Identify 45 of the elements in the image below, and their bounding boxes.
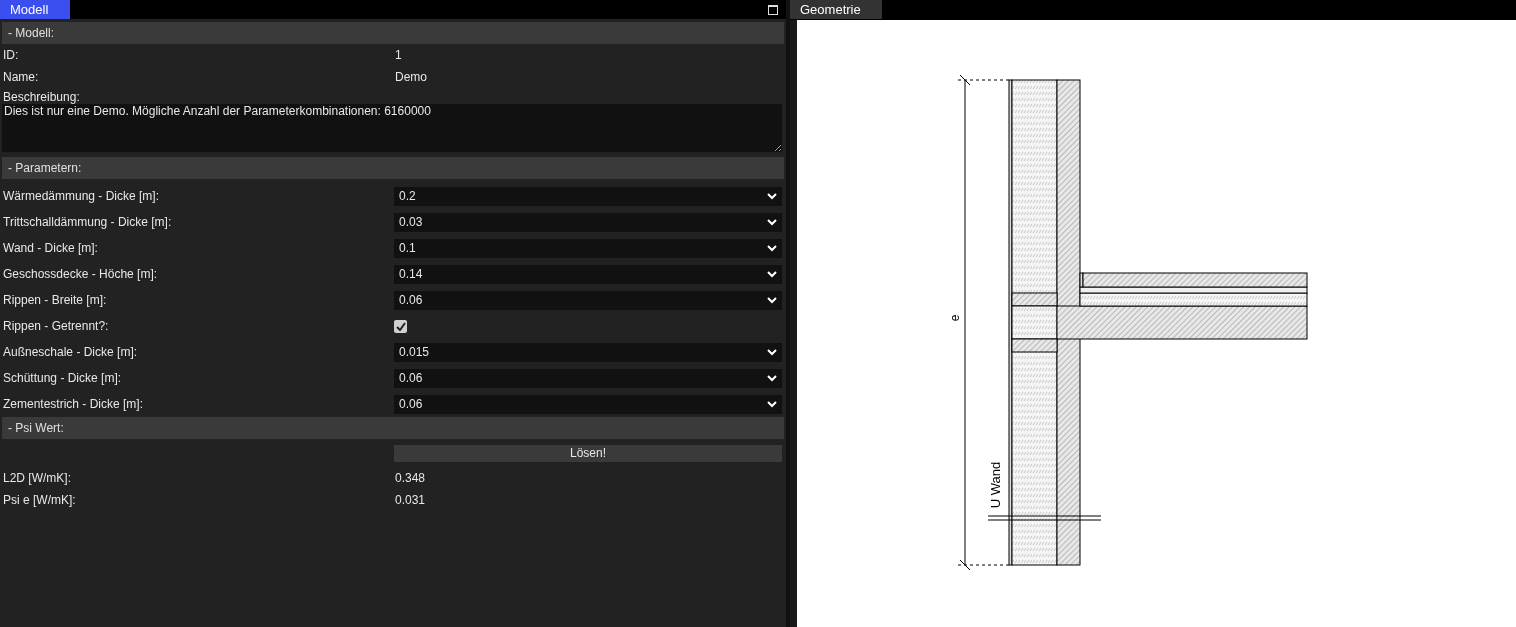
chevron-down-icon <box>767 244 777 252</box>
parameter-select[interactable]: 0.06 <box>394 394 782 414</box>
chevron-down-icon <box>767 192 777 200</box>
description-field[interactable]: Dies ist nur eine Demo. Mögliche Anzahl der Parameterkombinationen: 6160000 <box>2 104 782 152</box>
parameter-label: Wärmedämmung - Dicke [m]: <box>2 188 161 205</box>
parameter-select[interactable]: 0.14 <box>394 264 782 284</box>
chevron-down-icon <box>767 348 777 356</box>
chevron-down-icon <box>767 296 777 304</box>
parameter-label: Geschossdecke - Höche [m]: <box>2 266 159 283</box>
dimension-label: e <box>948 314 962 322</box>
field-label: Beschreibung: <box>2 89 81 104</box>
chevron-down-icon <box>767 374 777 382</box>
chevron-down-icon <box>767 270 777 278</box>
section-header: - Parametern: <box>2 157 784 179</box>
solve-button[interactable]: Lösen! <box>394 444 782 462</box>
parameter-select[interactable]: 0.1 <box>394 238 782 258</box>
parameter-select[interactable]: 0.03 <box>394 212 782 232</box>
section-header: - Modell: <box>2 22 784 44</box>
section-header: - Psi Wert: <box>2 417 784 439</box>
parameter-select[interactable]: 0.2 <box>394 186 782 206</box>
parameter-label: Rippen - Breite [m]: <box>2 292 108 309</box>
result-value: 0.031 <box>395 492 426 509</box>
parameter-label: Schüttung - Dicke [m]: <box>2 370 123 387</box>
parameter-label: Trittschalldämmung - Dicke [m]: <box>2 214 173 231</box>
parameter-select[interactable]: 0.06 <box>394 290 782 310</box>
parameter-select[interactable]: 0.06 <box>394 368 782 388</box>
parameter-label: Rippen - Getrennt?: <box>2 318 110 335</box>
wall-label: U Wand <box>988 461 1003 509</box>
field-value: 1 <box>395 47 402 64</box>
field-label: Name: <box>2 69 40 86</box>
parameter-label: Zementestrich - Dicke [m]: <box>2 396 145 413</box>
parameter-label: Wand - Dicke [m]: <box>2 240 99 257</box>
result-label: L2D [W/mK]: <box>2 470 72 487</box>
field-value: Demo <box>395 69 427 86</box>
result-label: Psi e [W/mK]: <box>2 492 77 509</box>
panel-tab[interactable]: Geometrie <box>790 0 882 19</box>
checkbox[interactable] <box>394 319 407 333</box>
chevron-down-icon <box>767 400 777 408</box>
result-value: 0.348 <box>395 470 426 487</box>
panel-tab[interactable]: Modell <box>0 0 70 19</box>
maximize-icon[interactable] <box>768 4 778 15</box>
parameter-label: Außneschale - Dicke [m]: <box>2 344 139 361</box>
chevron-down-icon <box>767 218 777 226</box>
field-label: ID: <box>2 47 20 64</box>
parameter-select[interactable]: 0.015 <box>394 342 782 362</box>
